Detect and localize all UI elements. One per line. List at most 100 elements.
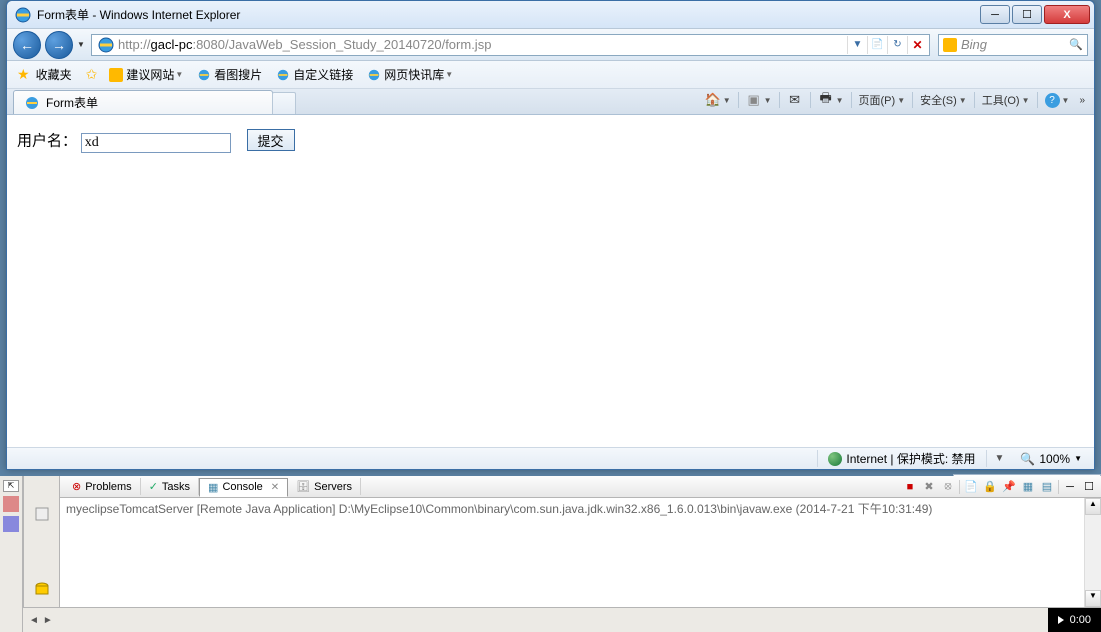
tab-label: Problems — [85, 481, 131, 493]
back-button[interactable]: ← — [13, 31, 41, 59]
ie-icon — [15, 7, 31, 23]
chevron-down-icon: ▼ — [1074, 454, 1082, 463]
separator — [912, 92, 913, 108]
separator — [974, 92, 975, 108]
pin-console-button[interactable]: 📌 — [1001, 479, 1017, 495]
ie-small-icon — [276, 68, 290, 82]
window-buttons: ─ ☐ X — [978, 5, 1090, 24]
separator — [738, 92, 739, 108]
eclipse-body: ⊗ Problems ✓ Tasks ▦ Console ✕ 🗄 Servers — [23, 476, 1101, 607]
separator — [959, 480, 960, 494]
new-tab-button[interactable] — [272, 92, 296, 114]
search-icon[interactable]: 🔍 — [1069, 38, 1083, 51]
open-console-button[interactable]: ▤ — [1039, 479, 1055, 495]
tab-console[interactable]: ▦ Console ✕ — [199, 478, 288, 497]
favorites-label[interactable]: 收藏夹 — [36, 66, 72, 83]
hscroll-right[interactable]: ► — [43, 615, 53, 626]
scroll-up[interactable]: ▲ — [1085, 498, 1101, 515]
servers-icon: 🗄 — [296, 480, 310, 493]
hscroll-left[interactable]: ◄ — [29, 615, 39, 626]
console-icon: ▦ — [208, 481, 218, 494]
protected-mode-dropdown[interactable]: ▼ — [995, 453, 1005, 464]
search-box[interactable]: Bing 🔍 — [938, 34, 1088, 56]
clear-console-button[interactable]: 📄 — [963, 479, 979, 495]
add-favorite-icon[interactable]: ✩ — [86, 66, 98, 83]
scroll-down[interactable]: ▼ — [1085, 590, 1101, 607]
stop-button[interactable]: ✕ — [907, 36, 927, 54]
site-icon — [109, 68, 123, 82]
help-button[interactable]: ?▼ — [1042, 91, 1073, 110]
minimize-button[interactable]: ─ — [980, 5, 1010, 24]
home-button[interactable]: 🏠▼ — [702, 90, 734, 110]
compat-view-icon[interactable]: 📄 — [867, 36, 887, 54]
restore-icon[interactable] — [34, 506, 50, 522]
titlebar: Form表单 - Windows Internet Explorer ─ ☐ X — [7, 1, 1094, 29]
navigation-bar: ← → ▼ http://gacl-pc:8080/JavaWeb_Sessio… — [7, 29, 1094, 61]
restore-view-button[interactable]: ⇱ — [3, 480, 19, 492]
bottom-bar: ◄ ► 0:00 — [23, 607, 1101, 632]
safety-label: 安全(S) — [920, 92, 957, 108]
page-label: 页面(P) — [859, 92, 896, 108]
refresh-button[interactable]: ↻ — [887, 36, 907, 54]
chevron-down-icon: ▼ — [175, 70, 183, 79]
home-icon: 🏠 — [705, 92, 721, 108]
url-proto: http:// — [118, 37, 151, 52]
eclipse-tabs: ⊗ Problems ✓ Tasks ▦ Console ✕ 🗄 Servers — [60, 476, 1101, 498]
tab-servers[interactable]: 🗄 Servers — [288, 478, 361, 495]
fav-image-search[interactable]: 看图搜片 — [193, 64, 266, 85]
close-tab-icon[interactable]: ✕ — [271, 482, 279, 493]
view-icon[interactable] — [3, 496, 19, 512]
expand-button[interactable]: » — [1076, 93, 1088, 108]
address-bar[interactable]: http://gacl-pc:8080/JavaWeb_Session_Stud… — [91, 34, 930, 56]
tab-bar: Form表单 🏠▼ ▣▼ ✉ 🖶▼ 页面(P) ▼ 安全(S) ▼ 工具(O) … — [7, 89, 1094, 115]
remove-all-button[interactable]: ⦻ — [940, 479, 956, 495]
submit-button[interactable]: 提交 — [247, 129, 295, 151]
remove-launch-button[interactable]: ✖ — [921, 479, 937, 495]
tab-label: Console — [222, 481, 262, 493]
tab-label: Servers — [314, 481, 352, 493]
url-port: :8080 — [192, 37, 225, 52]
safety-menu[interactable]: 安全(S) ▼ — [917, 90, 970, 110]
address-dropdown[interactable]: ▼ — [847, 36, 867, 54]
separator — [1037, 92, 1038, 108]
favorites-star-icon[interactable]: ★ — [17, 66, 30, 83]
tab-tasks[interactable]: ✓ Tasks — [141, 478, 199, 495]
tasks-icon: ✓ — [149, 480, 158, 493]
problems-icon: ⊗ — [72, 480, 81, 493]
terminate-button[interactable]: ■ — [902, 479, 918, 495]
security-zone[interactable]: Internet | 保护模式: 禁用 — [817, 450, 986, 467]
feeds-button[interactable]: ▣▼ — [743, 90, 775, 110]
nav-history-dropdown[interactable]: ▼ — [77, 40, 87, 49]
fav-suggested-sites[interactable]: 建议网站 ▼ — [105, 64, 187, 85]
page-menu[interactable]: 页面(P) ▼ — [856, 90, 909, 110]
forward-button[interactable]: → — [45, 31, 73, 59]
maximize-view-button[interactable]: ☐ — [1081, 479, 1097, 495]
tab-problems[interactable]: ⊗ Problems — [64, 478, 141, 495]
zoom-control[interactable]: 🔍 100% ▼ — [1012, 452, 1090, 466]
maximize-button[interactable]: ☐ — [1012, 5, 1042, 24]
url-text: http://gacl-pc:8080/JavaWeb_Session_Stud… — [118, 37, 847, 52]
print-button[interactable]: 🖶▼ — [815, 90, 847, 110]
help-icon: ? — [1045, 93, 1060, 108]
bing-icon — [943, 38, 957, 52]
page-icon — [98, 37, 114, 53]
eclipse-trim-gutter — [24, 476, 60, 607]
scrollbar[interactable]: ▲ ▼ — [1084, 498, 1101, 607]
close-button[interactable]: X — [1044, 5, 1090, 24]
scroll-lock-button[interactable]: 🔒 — [982, 479, 998, 495]
eclipse-trim-left: ⇱ — [0, 476, 23, 632]
read-mail-button[interactable]: ✉ — [784, 90, 806, 110]
fav-custom-links[interactable]: 自定义链接 — [272, 64, 357, 85]
display-console-button[interactable]: ▦ — [1020, 479, 1036, 495]
tools-menu[interactable]: 工具(O) ▼ — [979, 90, 1033, 110]
tab-form[interactable]: Form表单 — [13, 90, 273, 114]
console-output[interactable]: myeclipseTomcatServer [Remote Java Appli… — [60, 498, 1101, 607]
username-input[interactable] — [81, 133, 231, 153]
db-icon[interactable] — [34, 582, 50, 598]
view-icon[interactable] — [3, 516, 19, 532]
fav-web-slices[interactable]: 网页快讯库 ▼ — [363, 64, 457, 85]
url-path: /JavaWeb_Session_Study_20140720/form.jsp — [225, 37, 491, 52]
video-timer: 0:00 — [1048, 608, 1101, 632]
username-label: 用户名： — [17, 133, 77, 150]
minimize-view-button[interactable]: ─ — [1062, 479, 1078, 495]
